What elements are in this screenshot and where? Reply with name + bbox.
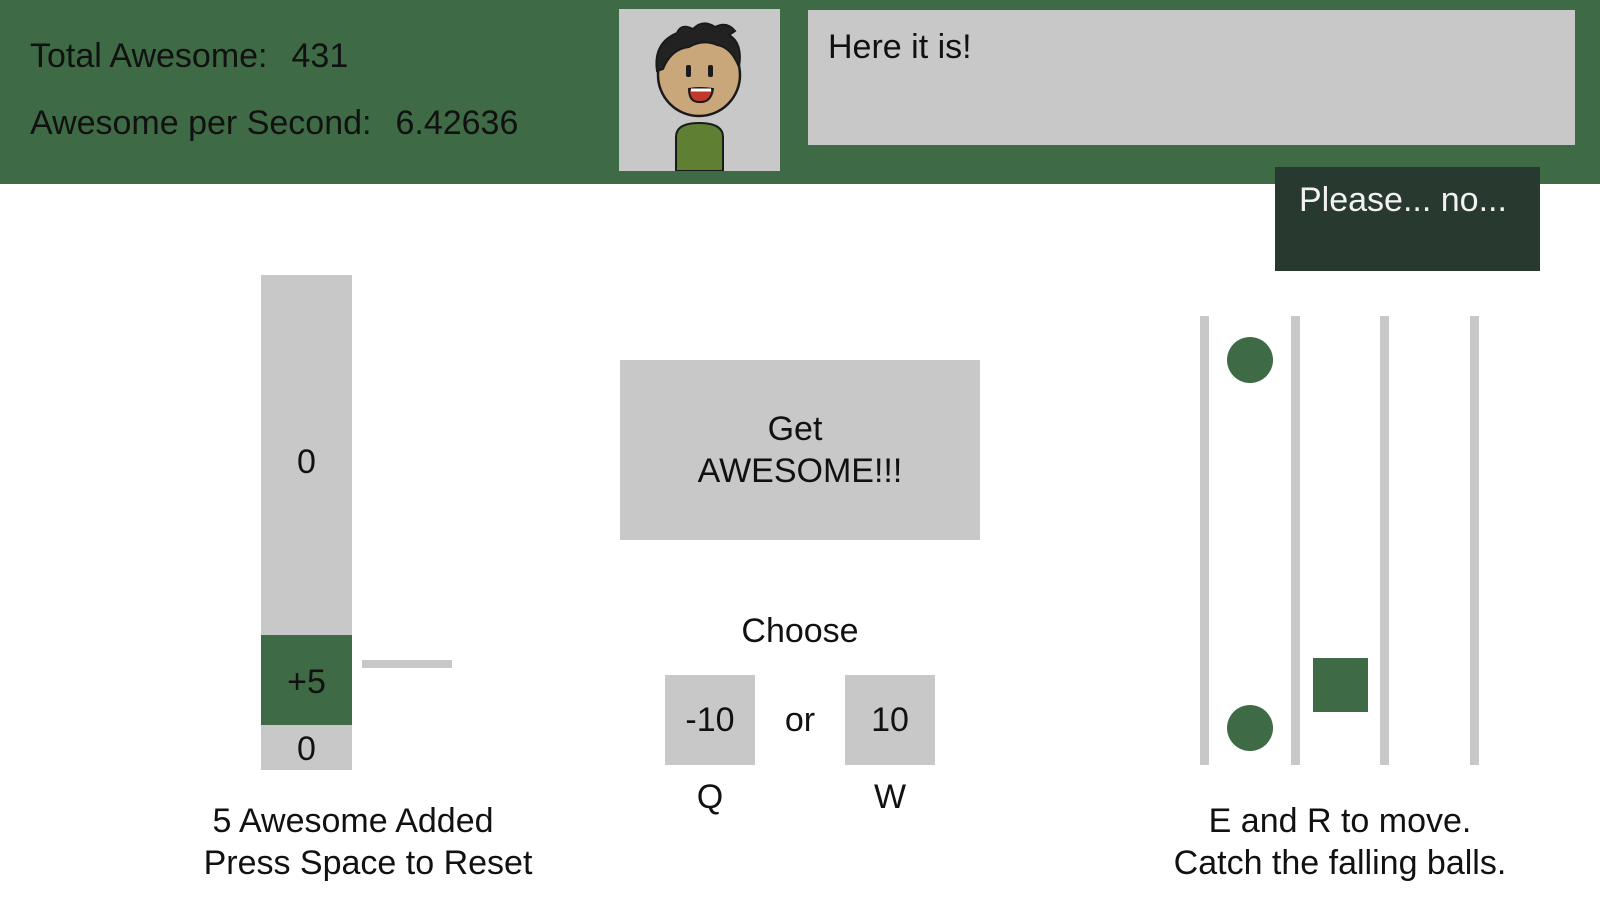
meter-caption-line2: Press Space to Reset	[203, 844, 533, 882]
game-screen: Total Awesome: 431 Awesome per Second: 6.4…	[0, 0, 1600, 900]
meter-bottom-value: 0	[297, 730, 316, 768]
meter-caption-line1: 5 Awesome Added	[212, 802, 494, 840]
meter-marker	[362, 660, 452, 668]
lane-divider	[1291, 316, 1300, 765]
meter-fill: +5	[261, 635, 352, 725]
key-q-label: Q	[696, 778, 724, 816]
minigame-caption-line1: E and R to move.	[1208, 802, 1472, 840]
get-awesome-line2: AWESOME!!!	[697, 452, 903, 490]
ball-catcher[interactable]	[1313, 658, 1368, 712]
choice-q-value: -10	[685, 701, 735, 739]
total-awesome-label: Total Awesome:	[30, 37, 268, 75]
choice-w-value: 10	[871, 701, 909, 739]
choice-q-button[interactable]: -10	[665, 675, 755, 765]
get-awesome-line1: Get	[767, 410, 823, 448]
meter-top-value: 0	[297, 443, 316, 481]
or-label: or	[784, 701, 816, 739]
lane-divider	[1470, 316, 1479, 765]
lane-divider	[1380, 316, 1389, 765]
header-bar: Total Awesome: 431 Awesome per Second: 6.4…	[0, 0, 1600, 184]
choice-w-button[interactable]: 10	[845, 675, 935, 765]
reply-text: Please... no...	[1299, 181, 1507, 219]
total-awesome-stat: Total Awesome: 431	[30, 37, 348, 76]
meter-caption: 5 Awesome Added Press Space to Reset	[168, 800, 568, 884]
awesome-per-second-stat: Awesome per Second: 6.42636	[30, 104, 518, 143]
awesome-per-second-value: 6.42636	[395, 104, 519, 142]
falling-ball	[1227, 705, 1273, 751]
speech-message: Here it is!	[828, 28, 972, 66]
get-awesome-label: Get AWESOME!!!	[620, 408, 980, 492]
lane-divider	[1200, 316, 1209, 765]
total-awesome-value: 431	[291, 37, 349, 75]
awesome-meter: 0 +5 0	[261, 275, 352, 770]
speech-box: Here it is!	[808, 10, 1575, 145]
choose-prompt: Choose	[741, 612, 859, 650]
meter-fill-label: +5	[287, 663, 326, 701]
get-awesome-button[interactable]: Get AWESOME!!!	[620, 360, 980, 540]
reply-button[interactable]: Please... no...	[1275, 167, 1540, 271]
minigame-caption: E and R to move. Catch the falling balls…	[1140, 800, 1540, 884]
character-icon	[655, 22, 742, 171]
minigame-caption-line2: Catch the falling balls.	[1173, 844, 1507, 882]
character-portrait	[619, 9, 780, 171]
awesome-per-second-label: Awesome per Second:	[30, 104, 372, 142]
key-w-label: W	[873, 778, 907, 816]
falling-ball	[1227, 337, 1273, 383]
